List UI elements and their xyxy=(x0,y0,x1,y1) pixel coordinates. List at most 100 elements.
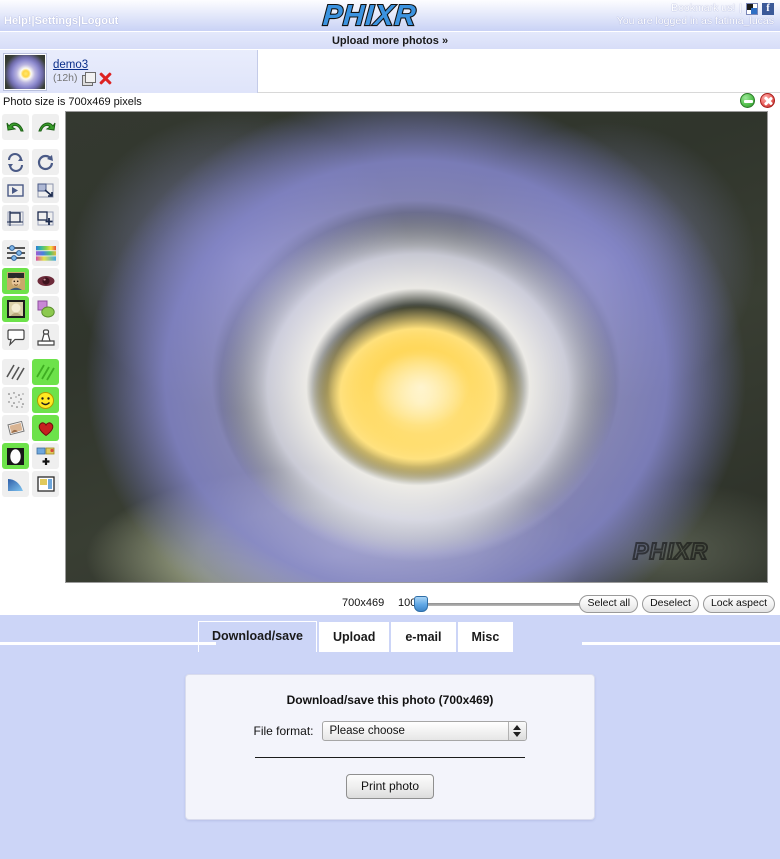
noise-dots-icon xyxy=(7,392,24,408)
photo-thumbnail-strip: demo3 (12h) xyxy=(0,50,780,93)
file-format-select[interactable]: Please choose xyxy=(321,721,527,741)
zoom-dimensions: 700x469 xyxy=(342,597,385,609)
tool-palette xyxy=(0,111,62,593)
tilted-photo-icon xyxy=(6,420,25,436)
undo-tool[interactable] xyxy=(2,114,29,140)
undo-arrow-icon xyxy=(6,122,24,132)
rotate-tool[interactable] xyxy=(32,149,59,175)
heart-tool[interactable] xyxy=(32,415,59,441)
header-account: Bookmark us! | f You are logged in as fa… xyxy=(617,2,774,28)
blue-gradient-icon xyxy=(7,479,23,491)
stamp-tool[interactable] xyxy=(32,324,59,350)
select-all-button[interactable]: Select all xyxy=(579,595,639,613)
download-save-panel: Download/save this photo (700x469) File … xyxy=(185,674,595,820)
lock-aspect-button[interactable]: Lock aspect xyxy=(702,595,775,613)
panel-title: Download/save this photo (700x469) xyxy=(286,693,494,707)
tilt-photo-tool[interactable] xyxy=(2,415,29,441)
green-stripes-icon xyxy=(35,364,55,381)
color-tool[interactable] xyxy=(32,240,59,266)
editor-area: PHIXR xyxy=(0,111,780,593)
file-format-row: File format: Please choose xyxy=(206,721,574,741)
file-format-value: Please choose xyxy=(329,725,405,737)
gradient-tool[interactable] xyxy=(2,471,29,497)
thumbnail-meta: demo3 (12h) xyxy=(53,59,112,86)
phixr-logo-svg: PHIXR xyxy=(321,1,419,31)
help-link[interactable]: Help! xyxy=(4,15,32,27)
red-eye-icon xyxy=(37,276,54,286)
upload-more-bar: Upload more photos » xyxy=(0,32,780,50)
login-status: You are logged in as fatima_lucas xyxy=(616,15,774,27)
tab-email[interactable]: e-mail xyxy=(391,622,456,652)
settings-link[interactable]: Settings xyxy=(35,15,78,27)
header-nav: Help!|Settings|Logout xyxy=(4,15,118,27)
upload-more-photos-link[interactable]: Upload more photos » xyxy=(332,35,448,47)
delete-icon[interactable] xyxy=(99,72,112,85)
collage-add-tool[interactable] xyxy=(32,443,59,469)
photo-canvas[interactable]: PHIXR xyxy=(65,111,768,583)
sliders-icon xyxy=(6,245,25,261)
frame-photo-tool[interactable] xyxy=(2,296,29,322)
bottom-filler xyxy=(0,846,780,859)
chevron-up-icon xyxy=(513,725,521,730)
file-format-label: File format: xyxy=(253,724,314,738)
chevron-down-icon xyxy=(513,732,521,737)
zoom-bar: 700x469 100% Select all Deselect Lock as… xyxy=(0,593,780,615)
photo-size-text: Photo size is 700x469 pixels xyxy=(3,96,142,108)
close-circle-icon[interactable] xyxy=(760,93,775,108)
photo-image[interactable] xyxy=(66,112,767,582)
tab-bar: Download/save Upload e-mail Misc xyxy=(0,615,780,652)
selection-buttons: Select all Deselect Lock aspect xyxy=(579,595,775,613)
bookmark-icon[interactable] xyxy=(746,2,758,15)
resize-corner-icon xyxy=(37,183,54,197)
resize-tool[interactable] xyxy=(32,177,59,203)
tab-upload[interactable]: Upload xyxy=(319,622,390,652)
vignette-tool[interactable] xyxy=(2,443,29,469)
redo-arrow-icon xyxy=(37,122,55,132)
flip-tool[interactable] xyxy=(2,177,29,203)
deselect-button[interactable]: Deselect xyxy=(642,595,699,613)
collage-plus-icon xyxy=(36,447,54,465)
bottom-section: Download/save Upload e-mail Misc Downloa… xyxy=(0,615,780,859)
thumbnail-name-link[interactable]: demo3 xyxy=(53,59,112,72)
thumbnail-image[interactable] xyxy=(3,52,47,91)
speech-bubble-tool[interactable] xyxy=(2,324,29,350)
print-photo-button[interactable]: Print photo xyxy=(345,774,435,799)
bookmark-separator: | xyxy=(739,2,742,14)
thumbnail-item-demo3[interactable]: demo3 (12h) xyxy=(0,50,258,93)
shapes-tool[interactable] xyxy=(32,296,59,322)
rotate-circle-icon xyxy=(37,154,54,170)
smiley-tool[interactable] xyxy=(32,387,59,413)
thumbnail-age: (12h) xyxy=(53,71,78,84)
lines-tool[interactable] xyxy=(2,359,29,385)
window-controls xyxy=(740,93,775,108)
texture-tool[interactable] xyxy=(32,359,59,385)
adjust-tool[interactable] xyxy=(2,240,29,266)
bookmark-label[interactable]: Bookmark us! xyxy=(671,2,735,15)
facebook-icon[interactable]: f xyxy=(762,2,774,15)
panel-divider xyxy=(255,757,525,758)
duplicate-icon[interactable] xyxy=(81,71,96,86)
flip-horizontal-icon xyxy=(7,183,24,197)
canvas-add-tool[interactable] xyxy=(32,205,59,231)
zoom-slider-track[interactable] xyxy=(414,596,592,612)
oval-mask-icon xyxy=(7,447,24,465)
rotate-free-tool[interactable] xyxy=(2,149,29,175)
logout-link[interactable]: Logout xyxy=(81,15,118,27)
diagonal-lines-icon xyxy=(5,364,25,381)
border-tool[interactable] xyxy=(32,471,59,497)
select-stepper-icon[interactable] xyxy=(507,722,526,740)
noise-tool[interactable] xyxy=(2,387,29,413)
portrait-photo-icon xyxy=(6,272,25,290)
redeye-tool[interactable] xyxy=(32,268,59,294)
tab-download-save[interactable]: Download/save xyxy=(198,621,317,652)
page-border-icon xyxy=(36,476,55,492)
minimize-circle-icon[interactable] xyxy=(740,93,755,108)
tab-misc[interactable]: Misc xyxy=(457,622,514,652)
zoom-slider-handle[interactable] xyxy=(414,596,428,612)
shapes-overlap-icon xyxy=(37,300,55,318)
portrait-tool[interactable] xyxy=(2,268,29,294)
redo-tool[interactable] xyxy=(32,114,59,140)
add-canvas-icon xyxy=(37,210,54,225)
crop-tool[interactable] xyxy=(2,205,29,231)
color-palette-icon xyxy=(35,245,56,261)
